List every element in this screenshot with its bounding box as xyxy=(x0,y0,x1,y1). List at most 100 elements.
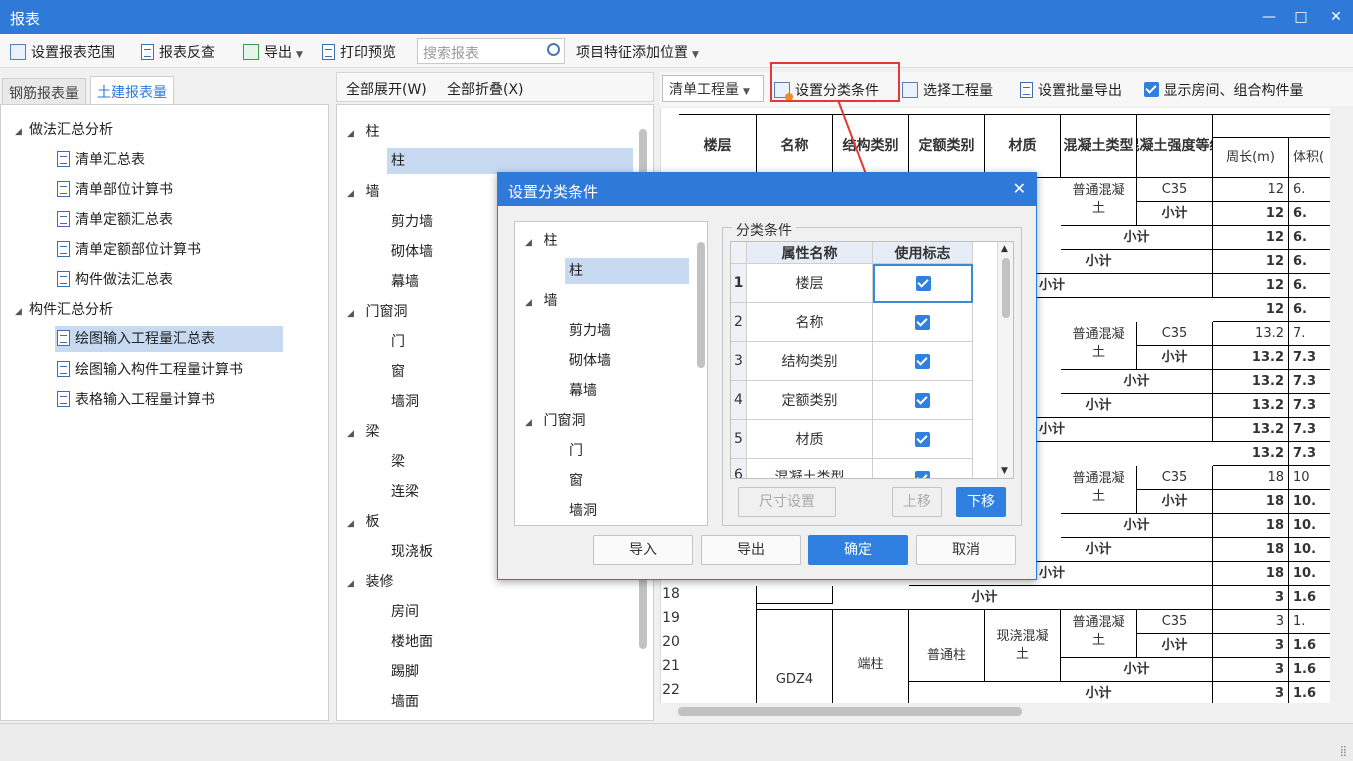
collapse-arrow-icon[interactable]: ◢ xyxy=(347,571,361,597)
tree-leaf-selected[interactable]: 柱 xyxy=(387,148,633,174)
tab-civil-report[interactable]: 土建报表量 xyxy=(90,76,174,105)
tree-node[interactable]: ◢ 板 xyxy=(347,509,379,535)
tree-leaf[interactable]: 门 xyxy=(569,438,583,464)
show-rooms-checkbox[interactable]: 显示房间、组合构件量 xyxy=(1144,80,1303,100)
tree-node[interactable]: ◢ 墙 xyxy=(525,288,557,314)
tree-item[interactable]: 构件做法汇总表 xyxy=(57,267,173,293)
collapse-arrow-icon[interactable]: ◢ xyxy=(525,410,539,436)
classify-table[interactable]: 属性名称 使用标志 1 楼层 2 名称 3 结构类别 4 定额类别 5 材质 6… xyxy=(730,241,1014,479)
tree-leaf[interactable]: 踢脚 xyxy=(391,659,419,685)
cancel-button[interactable]: 取消 xyxy=(916,535,1016,565)
tree-item[interactable]: 清单部位计算书 xyxy=(57,177,173,203)
tree-leaf[interactable]: 幕墙 xyxy=(391,269,419,295)
close-icon[interactable]: ✕ xyxy=(1326,7,1346,27)
tree-item[interactable]: 清单汇总表 xyxy=(57,147,145,173)
move-down-button[interactable]: 下移 xyxy=(956,487,1006,517)
use-flag-cell[interactable] xyxy=(873,420,973,459)
set-report-range-button[interactable]: 设置报表范围 xyxy=(10,42,115,62)
tree-item[interactable]: 绘图输入构件工程量计算书 xyxy=(57,357,243,383)
tree-leaf[interactable]: 楼地面 xyxy=(391,629,433,655)
checkbox-checked-icon[interactable] xyxy=(915,353,930,369)
tree-node[interactable]: ◢ 墙 xyxy=(347,179,379,205)
maximize-icon[interactable]: □ xyxy=(1291,7,1311,27)
checkbox-checked-icon[interactable] xyxy=(915,276,931,291)
attr-name-cell[interactable]: 材质 xyxy=(747,420,873,459)
collapse-arrow-icon[interactable]: ◢ xyxy=(347,421,361,447)
attr-name-cell[interactable]: 定额类别 xyxy=(747,381,873,420)
report-lookup-button[interactable]: 报表反查 xyxy=(141,42,215,62)
select-quantity-button[interactable]: 选择工程量 xyxy=(902,80,993,100)
checkbox-checked-icon[interactable] xyxy=(915,392,930,408)
tree-leaf[interactable]: 剪力墙 xyxy=(569,318,611,344)
tree-node[interactable]: ◢ 柱 xyxy=(525,228,557,254)
horizontal-scrollbar[interactable] xyxy=(678,707,1022,716)
checkbox-checked-icon[interactable] xyxy=(915,431,930,447)
tree-leaf[interactable]: 门 xyxy=(391,329,405,355)
collapse-arrow-icon[interactable]: ◢ xyxy=(347,301,361,327)
tree-leaf[interactable]: 窗 xyxy=(391,359,405,385)
tree-leaf[interactable]: 砌体墙 xyxy=(391,239,433,265)
scroll-down-icon[interactable]: ▼ xyxy=(1001,466,1008,476)
tree-leaf[interactable]: 窗 xyxy=(569,468,583,494)
move-up-button[interactable]: 上移 xyxy=(892,487,942,517)
checkbox-checked-icon[interactable] xyxy=(1144,82,1159,97)
tree-node[interactable]: ◢ 柱 xyxy=(347,119,379,145)
quantity-type-select[interactable]: 清单工程量 ▼ xyxy=(662,75,764,102)
tree-node[interactable]: ◢ 门窗洞 xyxy=(525,408,585,434)
collapse-arrow-icon[interactable]: ◢ xyxy=(15,119,29,145)
tree-leaf[interactable]: 墙洞 xyxy=(391,389,419,415)
attr-name-cell[interactable]: 结构类别 xyxy=(747,342,873,381)
scroll-up-icon[interactable]: ▲ xyxy=(1001,244,1008,254)
tree-leaf[interactable]: 连梁 xyxy=(391,479,419,505)
checkbox-checked-icon[interactable] xyxy=(915,314,930,330)
feature-position-dropdown[interactable]: 项目特征添加位置 ▼ xyxy=(576,42,699,62)
attr-name-cell[interactable]: 名称 xyxy=(747,303,873,342)
tree-node[interactable]: ◢ 梁 xyxy=(347,419,379,445)
tree-item[interactable]: 清单定额部位计算书 xyxy=(57,237,201,263)
tree-group-component-summary[interactable]: ◢ 构件汇总分析 xyxy=(15,297,113,323)
use-flag-cell[interactable] xyxy=(873,459,973,478)
tree-leaf-selected[interactable]: 柱 xyxy=(565,258,689,284)
search-icon[interactable] xyxy=(547,43,560,56)
attr-name-cell[interactable]: 混凝土类型 xyxy=(747,459,873,478)
tab-rebar-report[interactable]: 钢筋报表量 xyxy=(2,78,86,104)
tree-leaf[interactable]: 幕墙 xyxy=(569,378,597,404)
use-flag-cell[interactable] xyxy=(873,381,973,420)
import-button[interactable]: 导入 xyxy=(593,535,693,565)
use-flag-cell[interactable] xyxy=(873,342,973,381)
size-settings-button[interactable]: 尺寸设置 xyxy=(738,487,836,517)
tree-item-selected[interactable]: 绘图输入工程量汇总表 xyxy=(55,326,283,352)
collapse-arrow-icon[interactable]: ◢ xyxy=(347,181,361,207)
vertical-scrollbar[interactable] xyxy=(697,242,705,368)
collapse-arrow-icon[interactable]: ◢ xyxy=(347,511,361,537)
collapse-arrow-icon[interactable]: ◢ xyxy=(347,121,361,147)
dialog-close-icon[interactable]: ✕ xyxy=(1013,179,1026,198)
expand-all-button[interactable]: 全部展开(W) xyxy=(346,79,427,99)
collapse-arrow-icon[interactable]: ◢ xyxy=(525,290,539,316)
collapse-arrow-icon[interactable]: ◢ xyxy=(15,299,29,325)
tree-leaf[interactable]: 现浇板 xyxy=(391,539,433,565)
tree-leaf[interactable]: 砌体墙 xyxy=(569,348,611,374)
tree-node[interactable]: ◢ 门窗洞 xyxy=(347,299,407,325)
use-flag-cell[interactable] xyxy=(873,264,973,303)
collapse-all-button[interactable]: 全部折叠(X) xyxy=(447,79,524,99)
minimize-icon[interactable]: — xyxy=(1259,7,1279,27)
resize-grip-icon[interactable]: ⣿ xyxy=(1340,746,1347,757)
ok-button[interactable]: 确定 xyxy=(808,535,908,565)
collapse-arrow-icon[interactable]: ◢ xyxy=(525,230,539,256)
vertical-scrollbar[interactable]: ▲ ▼ xyxy=(997,242,1013,478)
attr-name-cell[interactable]: 楼层 xyxy=(747,264,873,303)
tree-node[interactable]: ◢ 装修 xyxy=(347,569,393,595)
tree-leaf[interactable]: 剪力墙 xyxy=(391,209,433,235)
checkbox-checked-icon[interactable] xyxy=(915,471,930,478)
export-button[interactable]: 导出 xyxy=(701,535,801,565)
batch-export-button[interactable]: 设置批量导出 xyxy=(1020,80,1122,100)
search-input[interactable]: 搜索报表 xyxy=(417,38,565,64)
tree-item[interactable]: 表格输入工程量计算书 xyxy=(57,387,215,413)
tree-group-method-summary[interactable]: ◢ 做法汇总分析 xyxy=(15,117,113,143)
tree-leaf[interactable]: 梁 xyxy=(391,449,405,475)
scroll-thumb[interactable] xyxy=(1002,258,1010,318)
tree-leaf[interactable]: 墙洞 xyxy=(569,498,597,524)
use-flag-cell[interactable] xyxy=(873,303,973,342)
tree-leaf[interactable]: 房间 xyxy=(391,599,419,625)
